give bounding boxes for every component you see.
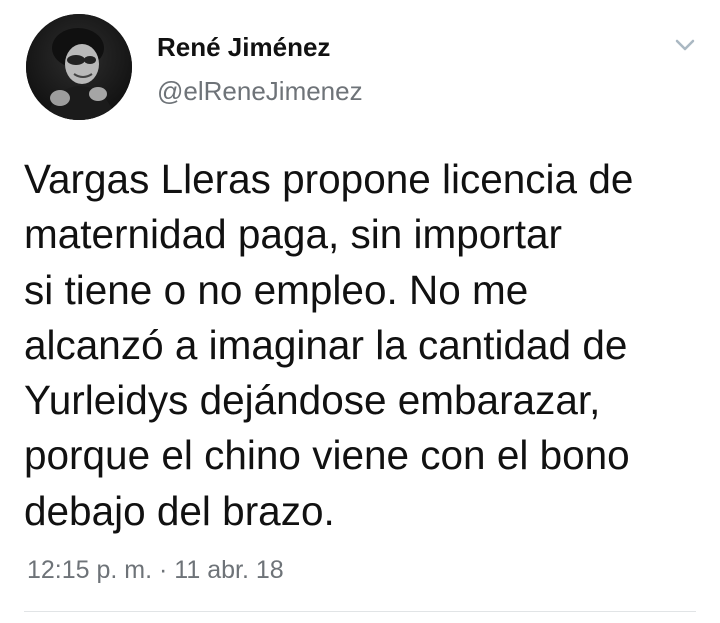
chevron-down-icon[interactable] bbox=[670, 30, 700, 60]
tweet-card: René Jiménez @elReneJimenez Vargas Llera… bbox=[0, 0, 720, 623]
tweet-timestamp[interactable]: 12:15 p. m. · 11 abr. 18 bbox=[27, 556, 284, 585]
avatar[interactable] bbox=[26, 14, 132, 120]
tweet-text: Vargas Lleras propone licencia de matern… bbox=[24, 156, 634, 534]
avatar-image bbox=[26, 14, 132, 120]
display-name[interactable]: René Jiménez bbox=[157, 32, 330, 63]
user-handle[interactable]: @elReneJimenez bbox=[157, 76, 363, 107]
divider bbox=[24, 611, 696, 612]
